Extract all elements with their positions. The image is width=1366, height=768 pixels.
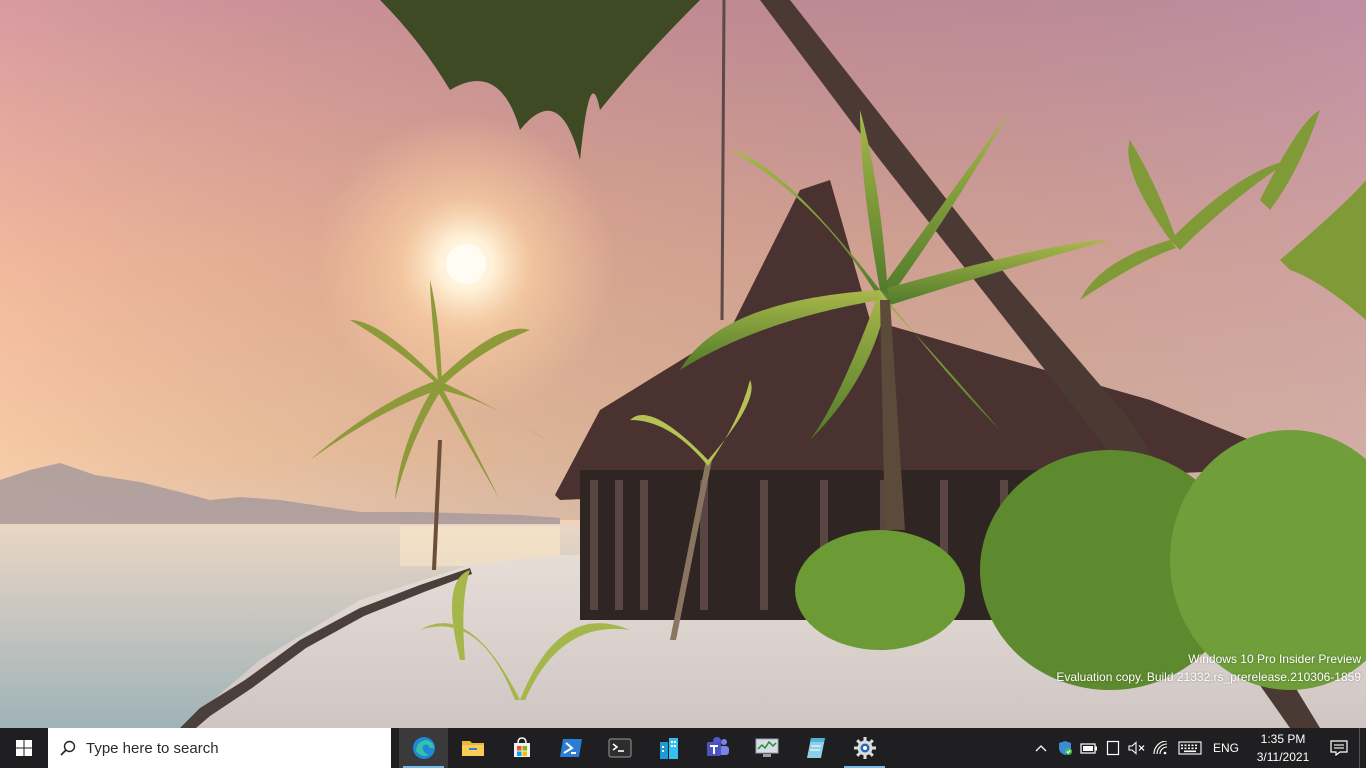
keyboard-icon [1178,741,1202,755]
windows-logo-icon [16,740,32,756]
clock-time: 1:35 PM [1260,732,1306,746]
monitor-icon [755,738,778,757]
start-button[interactable] [0,728,48,768]
taskbar-settings[interactable] [840,728,889,768]
battery-plug-icon [1080,743,1097,754]
taskbar-notes[interactable] [791,728,840,768]
notification-icon [1330,740,1348,756]
action-center-button[interactable] [1319,728,1359,768]
wallpaper-beach-sunset [0,0,1366,728]
wifi-icon [1153,741,1168,755]
search-placeholder: Type here to search [86,739,219,757]
terminal-icon [608,738,631,758]
edge-icon [412,737,435,759]
show-desktop-button[interactable] [1359,728,1366,768]
battery-tray-button[interactable] [1077,728,1101,768]
defender-tray-button[interactable] [1053,728,1077,768]
notes-icon [806,738,825,758]
pinned-apps [399,728,889,768]
watermark-build: Evaluation copy. Build 21332.rs_prerelea… [1056,670,1361,684]
volume-tray-button[interactable] [1125,728,1149,768]
taskbar-data-studio[interactable] [644,728,693,768]
taskbar-terminal[interactable] [595,728,644,768]
folder-icon [461,741,484,756]
taskbar-edge[interactable] [399,728,448,768]
building-icon [659,738,678,759]
shield-check-icon [1058,741,1072,755]
taskbar-file-explorer[interactable] [448,728,497,768]
show-hidden-icons-button[interactable] [1029,728,1053,768]
store-icon [513,737,530,757]
watermark: Windows 10 Pro Insider Preview Evaluatio… [1056,650,1361,686]
settings-icon [853,737,876,759]
desktop[interactable]: Windows 10 Pro Insider Preview Evaluatio… [0,0,1366,728]
teams-icon [706,737,729,756]
network-tray-button[interactable] [1149,728,1173,768]
taskbar-powershell[interactable] [546,728,595,768]
clock-button[interactable]: 1:35 PM 3/11/2021 [1247,730,1319,766]
watermark-edition: Windows 10 Pro Insider Preview [1188,652,1361,666]
chevron-up-icon [1035,745,1047,752]
clock-date: 3/11/2021 [1256,750,1310,764]
tablet-icon [1106,740,1120,756]
speaker-muted-icon [1128,741,1145,755]
search-box[interactable]: Type here to search [48,728,391,768]
touch-keyboard-button[interactable] [1173,728,1207,768]
taskbar: Type here to search ENG 1:35 PM 3/11/202… [0,728,1366,768]
taskbar-store[interactable] [497,728,546,768]
powershell-icon [559,739,582,757]
system-tray: ENG 1:35 PM 3/11/2021 [1029,728,1366,768]
search-icon [58,738,78,758]
input-language-button[interactable]: ENG [1207,741,1247,755]
tablet-tray-button[interactable] [1101,728,1125,768]
taskbar-resource-monitor[interactable] [742,728,791,768]
taskbar-teams[interactable] [693,728,742,768]
